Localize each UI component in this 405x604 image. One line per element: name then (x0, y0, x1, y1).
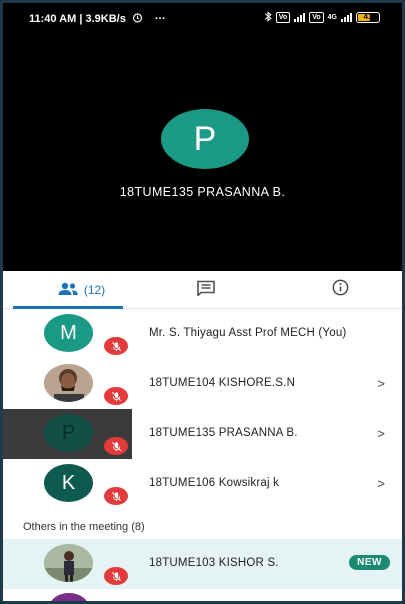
participant-name: Mr. S. Thiyagu Asst Prof MECH (You) (149, 327, 347, 339)
alarm-icon (132, 12, 143, 26)
volte-badge-2: Vo (309, 12, 324, 23)
participant-name: 18TUME104 KISHORE.S.N (149, 377, 296, 389)
tab-chat[interactable] (189, 271, 223, 309)
speaker-avatar: P (161, 109, 249, 169)
participant-row[interactable]: 18TUME103 KISHOR S. NEW (3, 539, 402, 589)
network-type: 4G (327, 14, 337, 21)
status-right: Vo Vo 4G 41 (264, 11, 380, 24)
mic-off-icon (104, 387, 128, 405)
mic-off-icon (104, 337, 128, 355)
video-area[interactable]: P 18TUME135 PRASANNA B. (3, 33, 402, 271)
avatar: K (44, 464, 93, 502)
avatar-partial (49, 593, 89, 601)
mic-off-icon (104, 567, 128, 585)
signal-icon-1 (294, 13, 306, 22)
bluetooth-icon (264, 11, 272, 24)
status-time: 11:40 AM | 3.9KB/s (29, 13, 126, 25)
participants-panel: (12) M Mr. S. Thiyagu Asst Prof MECH (Yo… (3, 271, 402, 601)
participant-row[interactable]: P 18TUME135 PRASANNA B. > (3, 409, 402, 459)
avatar: P (44, 414, 93, 452)
status-left: 11:40 AM | 3.9KB/s ··· (29, 12, 166, 26)
chevron-right-icon[interactable]: > (377, 476, 385, 491)
battery-icon: 41 (356, 12, 380, 23)
panel-tabs: (12) (3, 271, 402, 309)
participant-row[interactable]: 18TUME104 KISHORE.S.N > (3, 359, 402, 409)
app-frame: 11:40 AM | 3.9KB/s ··· Vo Vo 4G 41 P 18T… (0, 0, 405, 604)
avatar-photo (44, 544, 93, 582)
info-icon (332, 279, 349, 301)
participant-row[interactable]: M Mr. S. Thiyagu Asst Prof MECH (You) (3, 309, 402, 359)
people-count: (12) (83, 283, 106, 297)
more-icon: ··· (154, 13, 166, 25)
participant-row[interactable]: K 18TUME106 Kowsikraj k > (3, 459, 402, 509)
chevron-right-icon[interactable]: > (377, 376, 385, 391)
status-bar: 11:40 AM | 3.9KB/s ··· Vo Vo 4G 41 (3, 3, 402, 33)
people-icon (57, 282, 79, 299)
signal-icon-2 (341, 13, 352, 22)
speaker-name: 18TUME135 PRASANNA B. (119, 185, 286, 199)
mic-off-icon (104, 437, 128, 455)
chevron-right-icon[interactable]: > (377, 426, 385, 441)
others-section-label: Others in the meeting (8) (23, 521, 145, 533)
participant-name: 18TUME106 Kowsikraj k (149, 477, 280, 489)
new-badge: NEW (349, 555, 390, 570)
volte-badge-1: Vo (275, 12, 291, 23)
chat-icon (196, 280, 216, 301)
avatar: M (44, 314, 93, 352)
participant-name: 18TUME135 PRASANNA B. (149, 427, 298, 439)
mic-off-icon (104, 487, 128, 505)
tab-info[interactable] (323, 271, 357, 309)
participant-name: 18TUME103 KISHOR S. (149, 557, 279, 569)
avatar-photo (44, 364, 93, 402)
tab-people[interactable]: (12) (39, 271, 123, 309)
